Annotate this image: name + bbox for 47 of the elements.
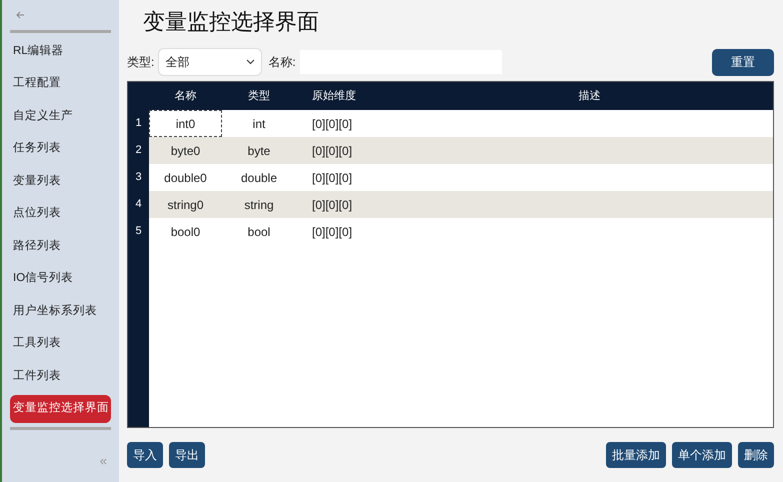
sidebar-item[interactable]: 工件列表	[10, 362, 111, 390]
sidebar-item[interactable]: 工程配置	[10, 70, 111, 98]
type-dropdown[interactable]: 全部	[158, 48, 262, 76]
sidebar-item[interactable]: 自定义生产	[10, 102, 111, 130]
sidebar-item[interactable]: 任务列表	[10, 134, 111, 163]
type-label: 类型:	[127, 54, 154, 71]
page-title: 变量监控选择界面	[142, 8, 320, 36]
column-header: 描述	[578, 88, 600, 104]
table-cell-text: int	[252, 116, 266, 132]
action-button[interactable]: 单个添加	[672, 442, 732, 468]
sidebar-item[interactable]: 工具列表	[10, 330, 111, 358]
table-cell-text: [0][0][0]	[311, 116, 354, 132]
column-header: 名称	[174, 88, 196, 104]
action-button[interactable]: 导入	[127, 442, 163, 468]
row-number: 3	[134, 170, 143, 186]
table-cell-text: [0][0][0]	[311, 224, 354, 240]
table-cell-text: [0][0][0]	[311, 196, 354, 214]
back-arrow-icon[interactable]	[16, 11, 25, 19]
row-number: 4	[134, 197, 143, 212]
action-button[interactable]: 批量添加	[606, 442, 666, 468]
sidebar-item[interactable]: 用户坐标系列表	[10, 297, 111, 326]
table-cell-text: string	[243, 196, 275, 214]
table-cell-text: double	[240, 170, 278, 186]
column-header: 原始维度	[312, 88, 356, 104]
table-cell-text: [0][0][0]	[311, 170, 354, 186]
sidebar-item[interactable]: 路径列表	[10, 232, 111, 260]
table-cell-text: string0	[166, 196, 205, 214]
row-number: 1	[134, 116, 143, 132]
table-cell-text: bool	[246, 224, 272, 240]
table-cell-text: byte	[246, 142, 272, 160]
column-header: 类型	[248, 88, 270, 104]
row-number: 2	[134, 143, 143, 158]
table-cell-text: [0][0][0]	[311, 142, 354, 160]
row-number: 5	[134, 224, 143, 240]
sidebar-item[interactable]: RL编辑器	[10, 37, 111, 66]
chevron-down-icon	[246, 59, 256, 65]
sidebar-item[interactable]: 变量监控选择界面	[10, 394, 111, 423]
table-cell-text: double0	[163, 170, 208, 186]
sidebar-item[interactable]: 点位列表	[10, 200, 111, 228]
table-cell-text: byte0	[170, 142, 202, 160]
table-cell-text: bool0	[170, 224, 202, 240]
action-button[interactable]: 导出	[169, 442, 205, 468]
action-button[interactable]: 删除	[738, 442, 774, 468]
sidebar-item[interactable]: IO信号列表	[10, 264, 111, 293]
reset-button[interactable]: 重置	[712, 48, 774, 76]
name-label: 名称:	[268, 54, 296, 71]
sidebar-item[interactable]: 变量列表	[10, 167, 111, 196]
